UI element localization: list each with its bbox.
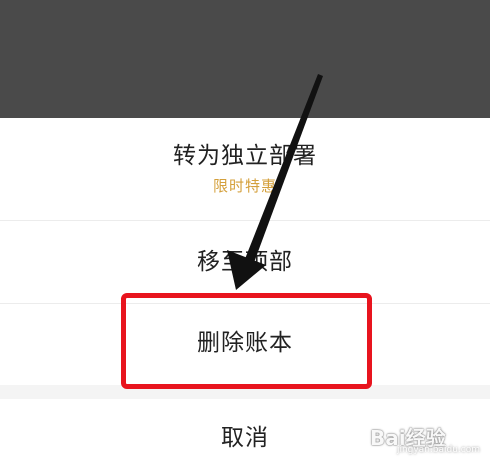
move-to-top-label: 移至顶部 — [197, 249, 293, 275]
convert-standalone-option[interactable]: 转为独立部署 限时特惠 — [0, 118, 490, 220]
highlight-box — [121, 293, 372, 389]
limited-offer-label: 限时特惠 — [212, 177, 277, 195]
watermark-url: jingyan.baidu.com — [396, 445, 480, 455]
dimmed-overlay[interactable] — [0, 0, 490, 118]
baidu-watermark: Bai经验 jingyan.baidu.com — [370, 422, 482, 456]
move-to-top-option[interactable]: 移至顶部 — [0, 221, 490, 303]
screenshot-frame: 转为独立部署 限时特惠 移至顶部 删除账本 取消 Bai经验 jingyan.b… — [0, 0, 490, 470]
convert-standalone-label: 转为独立部署 — [173, 143, 317, 169]
